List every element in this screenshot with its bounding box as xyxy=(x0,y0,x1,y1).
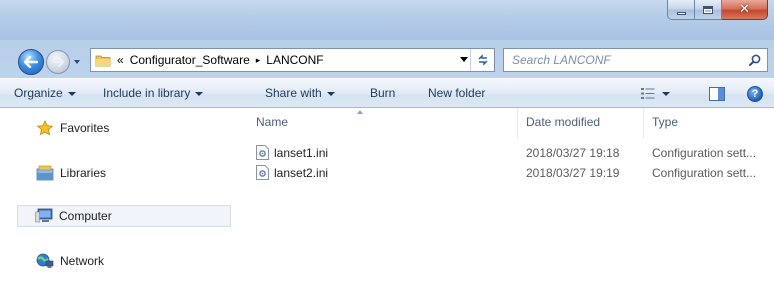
command-bar: Organize Include in library Share with B… xyxy=(0,78,774,108)
burn-button[interactable]: Burn xyxy=(370,86,395,100)
chevron-down-icon xyxy=(67,91,76,96)
arrow-right-icon xyxy=(52,57,64,67)
column-header-date-modified[interactable]: Date modified xyxy=(526,115,600,129)
address-bar[interactable]: « Configurator_Software ▸ LANCONF xyxy=(90,48,495,72)
column-divider[interactable] xyxy=(643,108,644,138)
help-icon[interactable]: ? xyxy=(747,86,763,102)
file-date-modified: 2018/03/27 19:18 xyxy=(526,146,620,160)
file-row[interactable]: lanset2.ini 2018/03/27 19:19 Configurati… xyxy=(252,163,772,183)
column-divider[interactable] xyxy=(517,108,518,138)
star-icon xyxy=(36,120,54,136)
search-placeholder: Search LANCONF xyxy=(512,53,611,67)
file-type: Configuration sett... xyxy=(652,146,757,160)
share-with-label: Share with xyxy=(265,86,322,100)
breadcrumb-item-lanconf[interactable]: LANCONF xyxy=(266,53,323,67)
folder-icon xyxy=(95,55,111,66)
file-type: Configuration sett... xyxy=(652,166,757,180)
back-button[interactable] xyxy=(18,49,44,75)
breadcrumb-overflow[interactable]: « xyxy=(117,53,124,67)
arrow-left-icon xyxy=(24,56,38,68)
new-folder-button[interactable]: New folder xyxy=(428,86,485,100)
chevron-down-icon xyxy=(195,91,204,96)
nav-item-favorites[interactable]: Favorites xyxy=(18,117,232,139)
close-button[interactable]: ✕ xyxy=(722,0,768,20)
network-icon xyxy=(36,253,54,268)
forward-button[interactable] xyxy=(46,50,70,74)
nav-item-network[interactable]: Network xyxy=(18,250,232,272)
nav-item-label: Network xyxy=(60,254,105,268)
nav-item-computer[interactable]: Computer xyxy=(17,205,231,227)
file-row[interactable]: lanset1.ini 2018/03/27 19:18 Configurati… xyxy=(252,143,772,163)
sort-ascending-icon xyxy=(357,110,363,114)
column-header-type[interactable]: Type xyxy=(652,115,678,129)
file-list: Name Date modified Type lanset1.ini 2018… xyxy=(240,108,774,282)
include-in-library-button[interactable]: Include in library xyxy=(103,86,204,100)
preview-pane-icon[interactable] xyxy=(709,87,725,101)
recent-pages-chevron-icon[interactable] xyxy=(73,58,81,66)
organize-label: Organize xyxy=(14,86,63,100)
search-box[interactable]: Search LANCONF xyxy=(503,48,768,72)
minimize-button[interactable] xyxy=(667,0,695,20)
view-options-chevron-icon[interactable] xyxy=(662,92,670,96)
navigation-pane: Favorites Libraries Computer Network xyxy=(0,108,240,282)
navigation-row: « Configurator_Software ▸ LANCONF Search… xyxy=(0,40,774,78)
share-with-button[interactable]: Share with xyxy=(265,86,335,100)
title-bar: ✕ xyxy=(0,0,774,40)
refresh-icon xyxy=(477,54,488,66)
file-date-modified: 2018/03/27 19:19 xyxy=(526,166,620,180)
column-header-name[interactable]: Name xyxy=(256,115,288,129)
nav-item-label: Computer xyxy=(59,209,112,223)
nav-item-libraries[interactable]: Libraries xyxy=(18,162,232,184)
ini-file-icon xyxy=(256,145,269,160)
nav-item-label: Libraries xyxy=(60,166,107,180)
maximize-icon xyxy=(703,5,713,14)
refresh-button[interactable] xyxy=(470,49,494,71)
include-in-library-label: Include in library xyxy=(103,86,191,100)
view-options-icon[interactable] xyxy=(641,88,655,99)
organize-button[interactable]: Organize xyxy=(14,86,76,100)
close-icon: ✕ xyxy=(739,2,750,17)
breadcrumb-separator-icon[interactable]: ▸ xyxy=(256,55,261,66)
computer-icon xyxy=(35,208,53,223)
explorer-window: ✕ « Configurator_Software ▸ LANCONF Sear… xyxy=(0,0,774,282)
caption-buttons: ✕ xyxy=(667,0,768,22)
nav-item-label: Favorites xyxy=(60,121,110,135)
chevron-down-icon xyxy=(326,91,335,96)
breadcrumb: « Configurator_Software ▸ LANCONF xyxy=(117,53,324,67)
file-name: lanset2.ini xyxy=(274,166,329,180)
minimize-icon xyxy=(676,11,686,15)
ini-file-icon xyxy=(256,165,269,180)
file-name: lanset1.ini xyxy=(274,146,329,160)
breadcrumb-item-configurator-software[interactable]: Configurator_Software xyxy=(130,53,250,67)
maximize-button[interactable] xyxy=(695,0,722,20)
search-icon[interactable] xyxy=(749,54,761,66)
libraries-icon xyxy=(36,165,54,181)
address-dropdown-icon[interactable] xyxy=(460,57,468,62)
